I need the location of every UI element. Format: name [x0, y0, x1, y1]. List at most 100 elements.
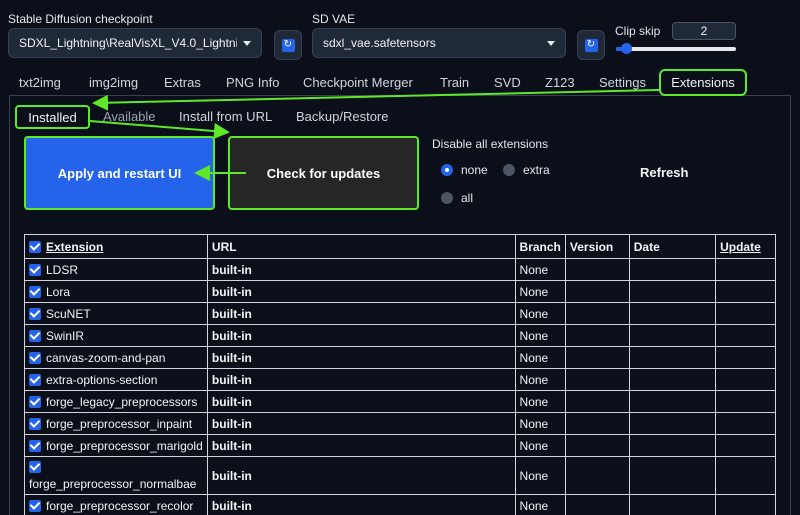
subtab-available[interactable]: Available: [103, 109, 156, 124]
table-header-row: Extension URL Branch Version Date Update: [24, 234, 776, 259]
radio-selected-icon: [441, 164, 453, 176]
table-row: forge_preprocessor_recolor built-in None: [24, 494, 776, 515]
tab-extras[interactable]: Extras: [164, 75, 201, 90]
date-cell: [628, 280, 717, 303]
radio-all[interactable]: all: [441, 191, 473, 205]
date-cell: [628, 494, 717, 515]
branch-cell: None: [514, 368, 566, 391]
vae-refresh-button[interactable]: ↻: [577, 30, 605, 60]
radio-extra[interactable]: extra: [503, 163, 550, 177]
refresh-button[interactable]: Refresh: [640, 165, 688, 180]
extension-name: forge_legacy_preprocessors: [46, 394, 198, 409]
checkbox-checked-icon[interactable]: [29, 395, 41, 408]
checkbox-checked-icon[interactable]: [29, 460, 41, 473]
radio-extra-label: extra: [523, 163, 550, 177]
checkbox-checked-icon[interactable]: [29, 263, 41, 276]
extension-name: forge_preprocessor_recolor: [46, 498, 194, 513]
radio-all-label: all: [461, 191, 474, 205]
extension-name: extra-options-section: [46, 372, 158, 387]
table-row: forge_preprocessor_normalbae built-in None: [24, 456, 776, 495]
clip-skip-label: Clip skip: [615, 24, 661, 38]
extension-name: SwinIR: [46, 328, 85, 343]
branch-cell: None: [514, 302, 566, 325]
extension-cell: forge_preprocessor_marigold: [24, 434, 208, 457]
tab-settings[interactable]: Settings: [599, 75, 646, 90]
checkbox-checked-icon[interactable]: [29, 417, 41, 430]
check-updates-button[interactable]: Check for updates: [228, 136, 419, 210]
update-cell: [715, 368, 776, 391]
update-cell: [715, 434, 776, 457]
tab-train[interactable]: Train: [440, 75, 469, 90]
checkbox-checked-icon[interactable]: [29, 285, 41, 298]
checkbox-checked-icon[interactable]: [29, 351, 41, 364]
refresh-icon: ↻: [281, 38, 295, 52]
apply-restart-button[interactable]: Apply and restart UI: [24, 136, 215, 210]
tab-txt2img[interactable]: txt2img: [19, 75, 61, 90]
branch-cell: None: [514, 324, 566, 347]
date-cell: [628, 434, 717, 457]
extension-cell: forge_preprocessor_inpaint: [24, 412, 208, 435]
checkpoint-select[interactable]: SDXL_Lightning\RealVisXL_V4.0_Lightning: [8, 28, 262, 58]
checkbox-checked-icon[interactable]: [29, 499, 41, 512]
subtab-backup-restore[interactable]: Backup/Restore: [296, 109, 389, 124]
branch-cell: None: [514, 346, 566, 369]
subtab-installed[interactable]: Installed: [15, 105, 90, 129]
tab-png-info[interactable]: PNG Info: [226, 75, 279, 90]
table-row: extra-options-section built-in None: [24, 368, 776, 391]
extension-cell: Lora: [24, 280, 208, 303]
update-cell: [715, 346, 776, 369]
branch-cell: None: [514, 494, 566, 515]
col-date: Date: [628, 234, 717, 259]
version-cell: [564, 280, 630, 303]
checkbox-checked-icon[interactable]: [29, 307, 41, 320]
url-cell: built-in: [206, 280, 516, 303]
extensions-table: Extension URL Branch Version Date Update…: [24, 234, 776, 515]
col-update[interactable]: Update: [715, 234, 776, 259]
radio-none[interactable]: none: [441, 163, 488, 177]
tab-svd[interactable]: SVD: [494, 75, 521, 90]
col-extension[interactable]: Extension: [24, 234, 208, 259]
clip-skip-slider[interactable]: [616, 47, 736, 51]
extension-cell: LDSR: [24, 258, 208, 281]
update-cell: [715, 390, 776, 413]
version-cell: [564, 434, 630, 457]
version-cell: [564, 346, 630, 369]
extension-name: Lora: [46, 284, 71, 299]
extension-cell: SwinIR: [24, 324, 208, 347]
date-cell: [628, 412, 717, 435]
version-cell: [564, 456, 630, 495]
version-cell: [564, 390, 630, 413]
clip-skip-slider-thumb[interactable]: [620, 43, 632, 54]
checkbox-checked-icon[interactable]: [29, 373, 41, 386]
table-row: Lora built-in None: [24, 280, 776, 303]
version-cell: [564, 302, 630, 325]
date-cell: [628, 456, 717, 495]
checkbox-all-icon[interactable]: [29, 241, 41, 254]
vae-select[interactable]: sdxl_vae.safetensors: [312, 28, 566, 58]
extension-cell: canvas-zoom-and-pan: [24, 346, 208, 369]
extension-name: ScuNET: [46, 306, 91, 321]
update-cell: [715, 494, 776, 515]
extension-name: canvas-zoom-and-pan: [46, 350, 166, 365]
clip-skip-input[interactable]: 2: [672, 22, 736, 40]
radio-none-label: none: [461, 163, 488, 177]
url-cell: built-in: [206, 324, 516, 347]
tab-img2img[interactable]: img2img: [89, 75, 138, 90]
version-cell: [564, 368, 630, 391]
checkbox-checked-icon[interactable]: [29, 439, 41, 452]
checkpoint-refresh-button[interactable]: ↻: [274, 30, 302, 60]
extension-cell: forge_legacy_preprocessors: [24, 390, 208, 413]
table-row: SwinIR built-in None: [24, 324, 776, 347]
subtab-install-from-url[interactable]: Install from URL: [179, 109, 272, 124]
tab-z123[interactable]: Z123: [545, 75, 575, 90]
url-cell: built-in: [206, 390, 516, 413]
update-cell: [715, 412, 776, 435]
branch-cell: None: [514, 390, 566, 413]
extension-name: forge_preprocessor_normalbae: [29, 476, 197, 491]
extension-cell: ScuNET: [24, 302, 208, 325]
tab-checkpoint-merger[interactable]: Checkpoint Merger: [303, 75, 413, 90]
url-cell: built-in: [206, 258, 516, 281]
checkbox-checked-icon[interactable]: [29, 329, 41, 342]
tab-extensions[interactable]: Extensions: [659, 69, 747, 96]
checkpoint-label: Stable Diffusion checkpoint: [8, 12, 153, 26]
